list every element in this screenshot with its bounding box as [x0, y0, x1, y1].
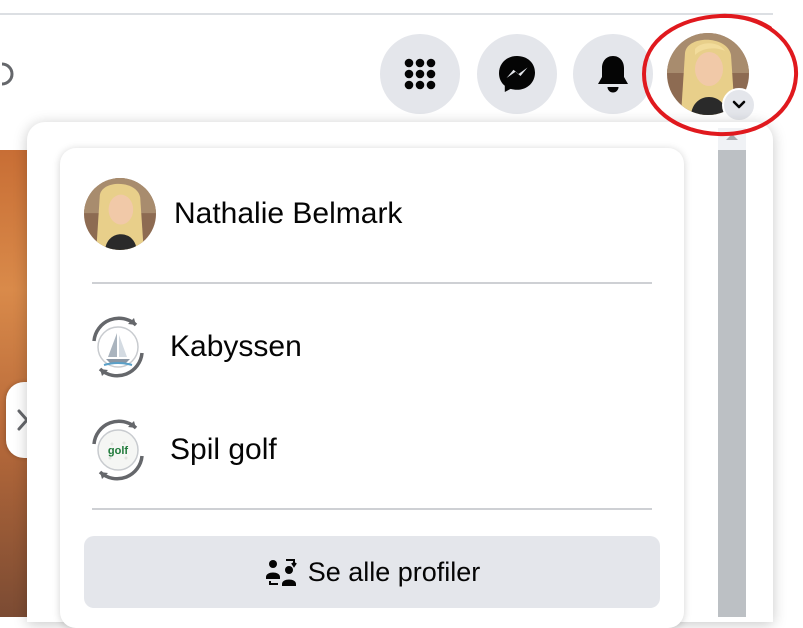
grid-menu-icon	[404, 58, 436, 90]
sailboat-logo-icon	[84, 313, 152, 381]
switch-profile-row-spil-golf[interactable]: golf Spil golf	[84, 416, 277, 484]
switch-profile-row-kabyssen[interactable]: Kabyssen	[84, 313, 302, 381]
profile-avatar	[84, 178, 156, 250]
menu-button[interactable]	[380, 34, 460, 114]
messenger-button[interactable]	[477, 34, 557, 114]
divider	[92, 282, 652, 284]
profiles-card: Nathalie Belmark Kabyssen golf Spil golf…	[60, 148, 684, 628]
golf-ball-logo-icon: golf	[84, 416, 152, 484]
profile-name: Nathalie Belmark	[174, 197, 403, 230]
highlight-ring	[641, 13, 799, 137]
switch-profiles-icon	[265, 559, 297, 586]
profile-name: Spil golf	[170, 433, 277, 466]
golf-logo-text: golf	[108, 445, 128, 457]
see-all-profiles-label: Se alle profiler	[307, 556, 481, 587]
divider	[92, 508, 652, 510]
current-profile-row[interactable]: Nathalie Belmark	[84, 178, 402, 250]
bell-icon	[598, 56, 628, 93]
profile-name: Kabyssen	[170, 330, 302, 363]
scrollbar-thumb[interactable]	[718, 150, 746, 617]
messenger-icon	[499, 56, 535, 92]
see-all-profiles-button[interactable]: Se alle profiler	[84, 536, 660, 608]
search-icon-fragment	[1, 62, 14, 86]
